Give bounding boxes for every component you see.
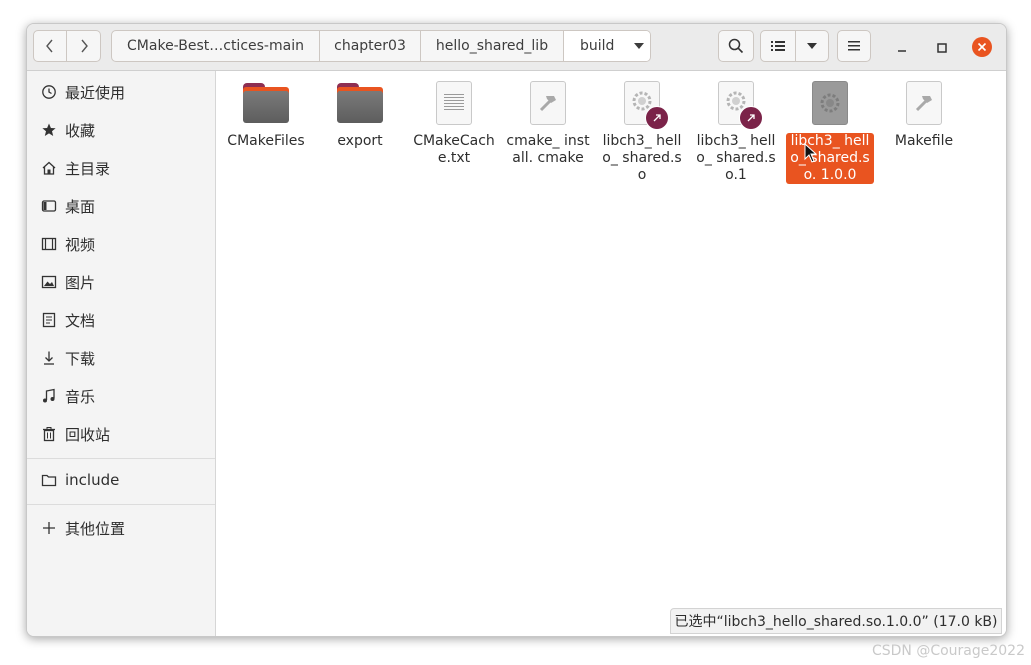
mouse-cursor-icon	[804, 143, 818, 163]
file-name: export	[337, 133, 383, 149]
breadcrumb-item[interactable]: CMake-Best…ctices-main	[112, 31, 320, 61]
close-icon	[977, 42, 987, 52]
sidebar-item-include[interactable]: include	[27, 463, 215, 497]
plus-icon	[41, 520, 57, 536]
file-item[interactable]: CMakeFiles	[222, 79, 310, 150]
script-file-icon	[906, 81, 942, 125]
sidebar-item-trash[interactable]: 回收站	[27, 417, 215, 451]
sidebar-item-music[interactable]: 音乐	[27, 379, 215, 413]
script-file-icon	[530, 81, 566, 125]
sidebar-divider	[27, 458, 215, 459]
file-name: CMakeFiles	[227, 133, 305, 149]
file-manager-window: CMake-Best…ctices-main chapter03 hello_s…	[26, 23, 1007, 637]
sidebar-item-pictures[interactable]: 图片	[27, 265, 215, 299]
file-item[interactable]: Makefile	[880, 79, 968, 150]
star-icon	[41, 122, 57, 138]
chevron-down-icon	[807, 43, 817, 49]
breadcrumb-item[interactable]: chapter03	[320, 31, 421, 61]
breadcrumb-current[interactable]: build	[564, 31, 650, 61]
sidebar-item-label: 音乐	[65, 387, 96, 406]
file-name: CMakeCach e.txt	[413, 133, 495, 166]
maximize-icon	[937, 43, 947, 53]
minimize-icon	[898, 50, 906, 52]
sidebar-item-starred[interactable]: 收藏	[27, 113, 215, 147]
sidebar-item-label: 收藏	[65, 121, 96, 140]
sidebar-item-label: 文档	[65, 311, 96, 330]
breadcrumb-item[interactable]: hello_shared_lib	[421, 31, 564, 61]
text-file-icon	[436, 81, 472, 125]
folder-icon	[337, 83, 383, 123]
music-icon	[41, 388, 57, 404]
main-menu-button[interactable]	[837, 30, 871, 62]
file-item[interactable]: export	[316, 79, 404, 150]
symlink-arrow-icon	[739, 106, 763, 130]
desktop-icon	[41, 198, 57, 214]
file-name: libch3_ hello_ shared.so.1	[696, 133, 776, 183]
sidebar-item-label: 主目录	[65, 159, 111, 178]
chevron-left-icon	[46, 39, 53, 53]
sidebar-item-recent[interactable]: 最近使用	[27, 75, 215, 109]
file-item[interactable]: libch3_ hello_ shared.so.1	[692, 79, 780, 184]
search-button[interactable]	[718, 30, 754, 62]
symlink-arrow-icon	[645, 106, 669, 130]
breadcrumb: CMake-Best…ctices-main chapter03 hello_s…	[111, 30, 651, 62]
image-icon	[41, 274, 57, 290]
home-icon	[41, 160, 57, 176]
chevron-right-icon	[80, 39, 88, 53]
folder-icon	[41, 472, 57, 488]
sidebar-item-label: 图片	[65, 273, 96, 292]
sidebar-item-other-locations[interactable]: 其他位置	[27, 511, 215, 545]
sidebar-item-label: 回收站	[65, 425, 111, 444]
view-options-button[interactable]	[795, 30, 829, 62]
close-button[interactable]	[972, 37, 992, 57]
file-item-selected[interactable]: libch3_ hello_ shared.so. 1.0.0	[786, 79, 874, 184]
search-icon	[728, 38, 744, 54]
watermark: CSDN @Courage2022	[871, 643, 1025, 659]
sidebar-item-home[interactable]: 主目录	[27, 151, 215, 185]
file-item[interactable]: cmake_ install. cmake	[504, 79, 592, 167]
clock-icon	[41, 84, 57, 100]
back-button[interactable]	[33, 30, 67, 62]
list-view-icon	[771, 41, 785, 51]
sidebar-divider	[27, 504, 215, 505]
file-name: libch3_ hello_ shared.so. 1.0.0	[786, 133, 874, 184]
view-mode-button[interactable]	[760, 30, 796, 62]
status-bar: 已选中“libch3_hello_shared.so.1.0.0” (17.0 …	[670, 608, 1002, 634]
sidebar-item-label: 最近使用	[65, 83, 126, 102]
breadcrumb-current-label: build	[580, 38, 615, 54]
file-name: cmake_ install. cmake	[506, 133, 590, 166]
sidebar-item-downloads[interactable]: 下载	[27, 341, 215, 375]
sidebar-item-documents[interactable]: 文档	[27, 303, 215, 337]
trash-icon	[41, 426, 57, 442]
maximize-button[interactable]	[931, 38, 953, 58]
forward-button[interactable]	[67, 30, 101, 62]
sidebar-item-label: 视频	[65, 235, 96, 254]
sidebar: 最近使用 收藏 主目录 桌面 视频 图片 文档 下载 音乐 回收站 includ…	[27, 71, 216, 636]
library-file-icon	[718, 81, 763, 130]
chevron-down-icon	[634, 43, 645, 49]
folder-icon	[243, 83, 289, 123]
sidebar-item-label: include	[65, 471, 120, 489]
file-grid: CMakeFiles export CMakeCach e.txt cmake_…	[216, 71, 1006, 636]
file-name: libch3_ hello_ shared.so	[602, 133, 682, 183]
status-text: 已选中“libch3_hello_shared.so.1.0.0” (17.0 …	[674, 614, 998, 630]
file-name: Makefile	[894, 133, 954, 149]
document-icon	[41, 312, 57, 328]
sidebar-item-label: 下载	[65, 349, 96, 368]
sidebar-item-desktop[interactable]: 桌面	[27, 189, 215, 223]
file-item[interactable]: CMakeCach e.txt	[410, 79, 498, 167]
library-file-icon	[812, 81, 848, 125]
header-bar: CMake-Best…ctices-main chapter03 hello_s…	[27, 24, 1006, 71]
file-item[interactable]: libch3_ hello_ shared.so	[598, 79, 686, 184]
video-icon	[41, 236, 57, 252]
sidebar-item-label: 桌面	[65, 197, 96, 216]
download-icon	[41, 350, 57, 366]
sidebar-item-videos[interactable]: 视频	[27, 227, 215, 261]
sidebar-item-label: 其他位置	[65, 519, 126, 538]
hamburger-menu-icon	[848, 41, 860, 51]
library-file-icon	[624, 81, 669, 130]
minimize-button[interactable]	[891, 38, 913, 58]
